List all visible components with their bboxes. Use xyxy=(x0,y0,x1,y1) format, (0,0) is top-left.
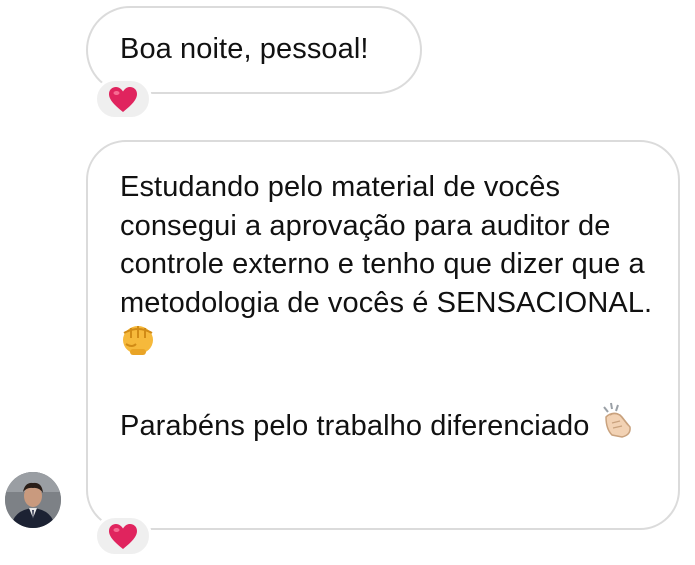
message-paragraph: Parabéns pelo trabalho diferenciado xyxy=(120,401,658,446)
message-thread: Boa noite, pessoal! Estudando pelo mater… xyxy=(0,0,695,565)
reaction-badge[interactable] xyxy=(94,515,152,557)
heart-icon xyxy=(108,523,138,550)
message-text: Parabéns pelo trabalho diferenciado xyxy=(120,410,590,442)
avatar[interactable] xyxy=(5,472,61,528)
clapping-hands-icon xyxy=(598,401,636,439)
message-text: Boa noite, pessoal! xyxy=(120,33,369,65)
fist-icon xyxy=(120,322,156,356)
message-paragraph: Estudando pelo material de vocês consegu… xyxy=(120,168,658,363)
message-text: Estudando pelo material de vocês consegu… xyxy=(120,171,653,319)
heart-icon xyxy=(108,86,138,113)
message-bubble[interactable]: Estudando pelo material de vocês consegu… xyxy=(86,140,680,530)
reaction-badge[interactable] xyxy=(94,78,152,120)
